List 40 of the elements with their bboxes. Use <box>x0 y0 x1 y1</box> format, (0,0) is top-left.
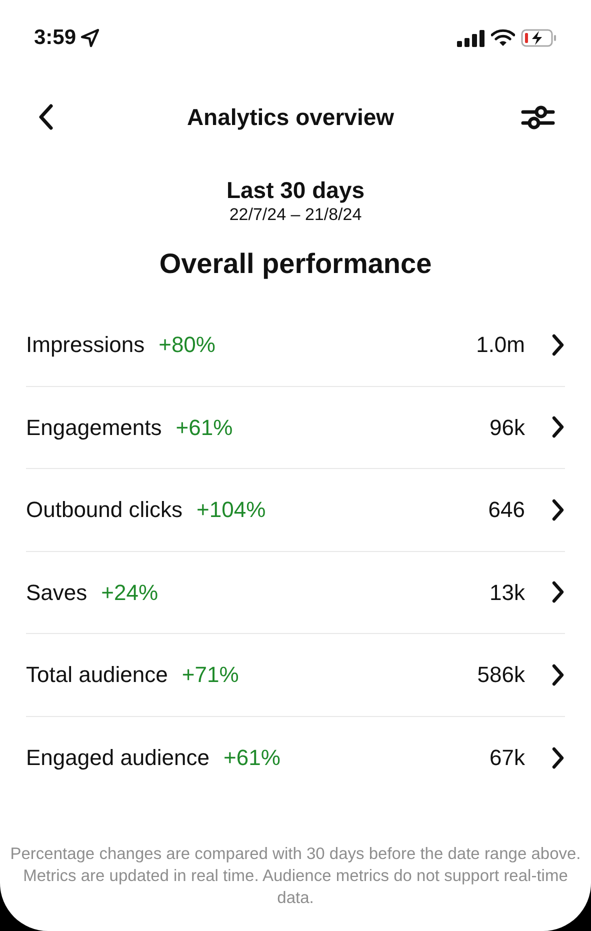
chevron-right-icon <box>551 746 565 770</box>
metric-value: 586k <box>477 661 525 690</box>
metric-value: 67k <box>490 744 525 772</box>
chevron-right-icon <box>551 498 565 522</box>
signal-icon <box>457 30 485 46</box>
status-time: 3:59 <box>34 25 76 52</box>
chevron-right-icon <box>551 415 565 440</box>
metric-name: Impressions <box>26 331 145 360</box>
metric-change: +80% <box>158 331 216 360</box>
metric-name: Engaged audience <box>26 744 210 772</box>
metric-change: +104% <box>196 496 266 524</box>
metric-row[interactable]: Saves +24% 13k <box>26 552 565 634</box>
chevron-right-icon <box>551 332 565 357</box>
chevron-right-icon <box>551 662 565 687</box>
period-label: Last 30 days <box>226 176 365 204</box>
location-arrow-icon <box>80 28 100 48</box>
metric-row[interactable]: Outbound clicks +104% 646 <box>26 469 565 552</box>
metric-row[interactable]: Engagements +61% 96k <box>26 386 565 469</box>
metric-name: Outbound clicks <box>26 496 183 524</box>
metric-value: 96k <box>490 414 525 442</box>
date-range: 22/7/24 – 21/8/24 <box>229 204 362 226</box>
metric-name: Engagements <box>26 414 162 442</box>
metric-name: Saves <box>26 578 88 607</box>
metric-change: +71% <box>182 661 239 690</box>
metric-name: Total audience <box>26 661 168 690</box>
metric-value: 1.0m <box>476 331 525 360</box>
wifi-icon <box>491 29 515 47</box>
chevron-right-icon <box>551 580 565 604</box>
metric-change: +24% <box>101 578 158 607</box>
metric-row[interactable]: Impressions +80% 1.0m <box>26 304 565 386</box>
metric-change: +61% <box>176 414 233 442</box>
metric-change: +61% <box>224 744 280 772</box>
metric-row[interactable]: Total audience +71% 586k <box>26 634 565 716</box>
metric-value: 13k <box>490 578 525 607</box>
section-title: Overall performance <box>159 247 432 281</box>
battery-charging-icon <box>521 29 557 47</box>
metric-row[interactable]: Engaged audience +61% 67k <box>26 716 565 799</box>
page-title: Analytics overview <box>186 102 394 132</box>
footnote: Percentage changes are compared with 30 days before the date range above. Metrics are updated in real time. Audience metrics do not support real-time data. <box>9 844 582 909</box>
metric-value: 646 <box>488 496 525 524</box>
